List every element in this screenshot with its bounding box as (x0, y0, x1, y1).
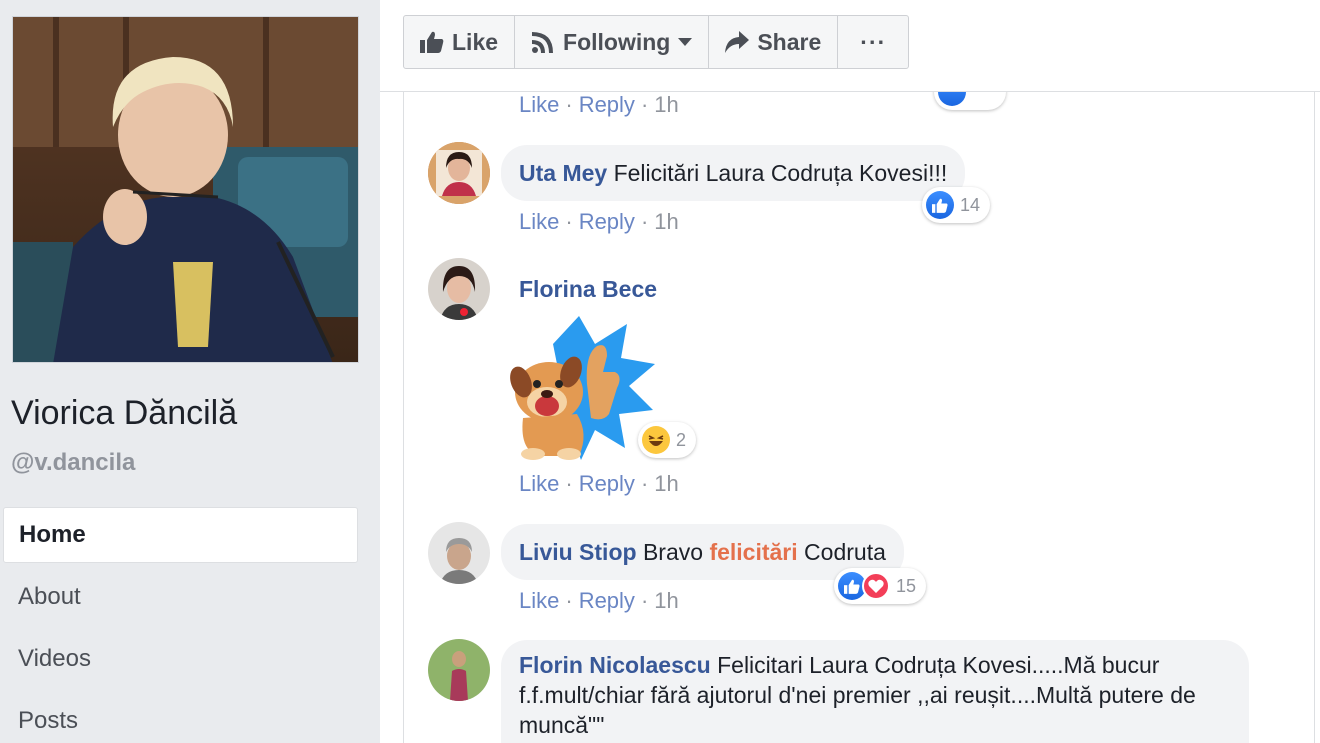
profile-picture[interactable] (12, 16, 359, 363)
laughing-face-icon (648, 435, 664, 446)
comment-time[interactable]: 1h (654, 92, 678, 117)
comment-bubble: Florin Nicolaescu Felicitari Laura Codru… (501, 640, 1249, 743)
separator: · (565, 92, 573, 117)
like-page-label: Like (452, 28, 499, 55)
nav-item-videos[interactable]: Videos (3, 628, 358, 690)
comment-text: Felicitări Laura Codruța Kovesi!!! (613, 160, 948, 186)
separator: · (640, 471, 649, 496)
dog-sticker-icon (510, 316, 655, 460)
following-button[interactable]: Following (515, 16, 710, 68)
reaction-count: 14 (960, 194, 981, 215)
like-reaction-icon (938, 92, 966, 106)
comment-reply-link[interactable]: Reply (579, 209, 635, 234)
share-arrow-icon (725, 31, 750, 53)
page-nav: Home About Videos Posts (3, 507, 358, 743)
highlighted-word[interactable]: felicitări (709, 539, 797, 565)
following-label: Following (563, 28, 671, 55)
separator: · (640, 209, 649, 234)
main-content: Like Following Share ··· Like · Reply · 1h (380, 0, 1320, 743)
left-column: Viorica Dăncilă @v.dancila Home About Vi… (0, 0, 380, 743)
comment-time[interactable]: 1h (654, 588, 678, 613)
comment-actions: Like · Reply · 1h (519, 209, 679, 235)
heart-icon (868, 579, 884, 593)
separator: · (565, 471, 573, 496)
comment-actions: Like · Reply · 1h (519, 92, 679, 118)
love-reaction-icon (862, 572, 890, 600)
avatar-image (428, 142, 490, 204)
comment-reply-link[interactable]: Reply (579, 588, 635, 613)
comment-time[interactable]: 1h (654, 471, 678, 496)
avatar-image (428, 639, 490, 701)
comment-time[interactable]: 1h (654, 209, 678, 234)
reaction-count: 2 (676, 429, 687, 450)
avatar[interactable] (428, 639, 490, 701)
thumbs-up-icon (932, 198, 948, 213)
avatar[interactable] (428, 142, 490, 204)
avatar-image (428, 522, 490, 584)
comment-like-link[interactable]: Like (519, 92, 559, 117)
comment-actions: Like · Reply · 1h (519, 588, 679, 614)
caret-down-icon (678, 38, 693, 46)
comment-like-link[interactable]: Like (519, 209, 559, 234)
profile-photo-image (13, 17, 358, 362)
avatar-image (428, 258, 490, 320)
separator: · (640, 588, 649, 613)
comments-feed: Like · Reply · 1h Uta Mey Felicitări Laura C… (403, 92, 1315, 743)
nav-item-posts[interactable]: Posts (3, 690, 358, 743)
comment-reply-link[interactable]: Reply (579, 471, 635, 496)
page-action-buttons: Like Following Share ··· (403, 15, 910, 69)
page-action-bar: Like Following Share ··· (380, 0, 1320, 92)
reaction-summary[interactable]: 14 (922, 187, 991, 223)
like-page-button[interactable]: Like (404, 16, 516, 68)
comment-author[interactable]: Uta Mey (519, 160, 607, 186)
comment-bubble: Uta Mey Felicitări Laura Codruța Kovesi!… (501, 145, 966, 201)
avatar[interactable] (428, 522, 490, 584)
comment-author[interactable]: Liviu Stiop (519, 539, 637, 565)
reaction-count: 15 (896, 575, 917, 596)
comment-reply-link[interactable]: Reply (579, 92, 635, 117)
share-label: Share (757, 28, 822, 55)
separator: · (565, 588, 573, 613)
avatar[interactable] (428, 258, 490, 320)
comment-actions: Like · Reply · 1h (519, 471, 679, 497)
nav-item-home[interactable]: Home (3, 507, 358, 563)
separator: · (565, 209, 573, 234)
comment-text: Bravo (642, 539, 704, 565)
page-handle[interactable]: @v.dancila (11, 449, 135, 477)
share-button[interactable]: Share (709, 16, 839, 68)
comment-text: Codruta (804, 539, 886, 565)
reaction-summary[interactable]: 2 (638, 422, 697, 458)
more-options-icon: ··· (860, 28, 887, 55)
sticker-dog-thumbs-up (499, 314, 659, 464)
rss-icon (532, 32, 554, 53)
page-name[interactable]: Viorica Dăncilă (11, 394, 237, 433)
comment-like-link[interactable]: Like (519, 588, 559, 613)
nav-item-about[interactable]: About (3, 566, 358, 628)
comment-author[interactable]: Florin Nicolaescu (519, 652, 711, 678)
reaction-summary[interactable]: 15 (834, 568, 927, 604)
like-reaction-icon (926, 191, 954, 219)
comment-like-link[interactable]: Like (519, 471, 559, 496)
reaction-summary[interactable] (934, 92, 1006, 110)
haha-reaction-icon (642, 426, 670, 454)
comment-author[interactable]: Florina Bece (519, 276, 657, 303)
separator: · (640, 92, 649, 117)
thumbs-up-icon (420, 31, 444, 53)
thumbs-up-icon (844, 579, 860, 594)
more-options-button[interactable]: ··· (838, 16, 908, 68)
